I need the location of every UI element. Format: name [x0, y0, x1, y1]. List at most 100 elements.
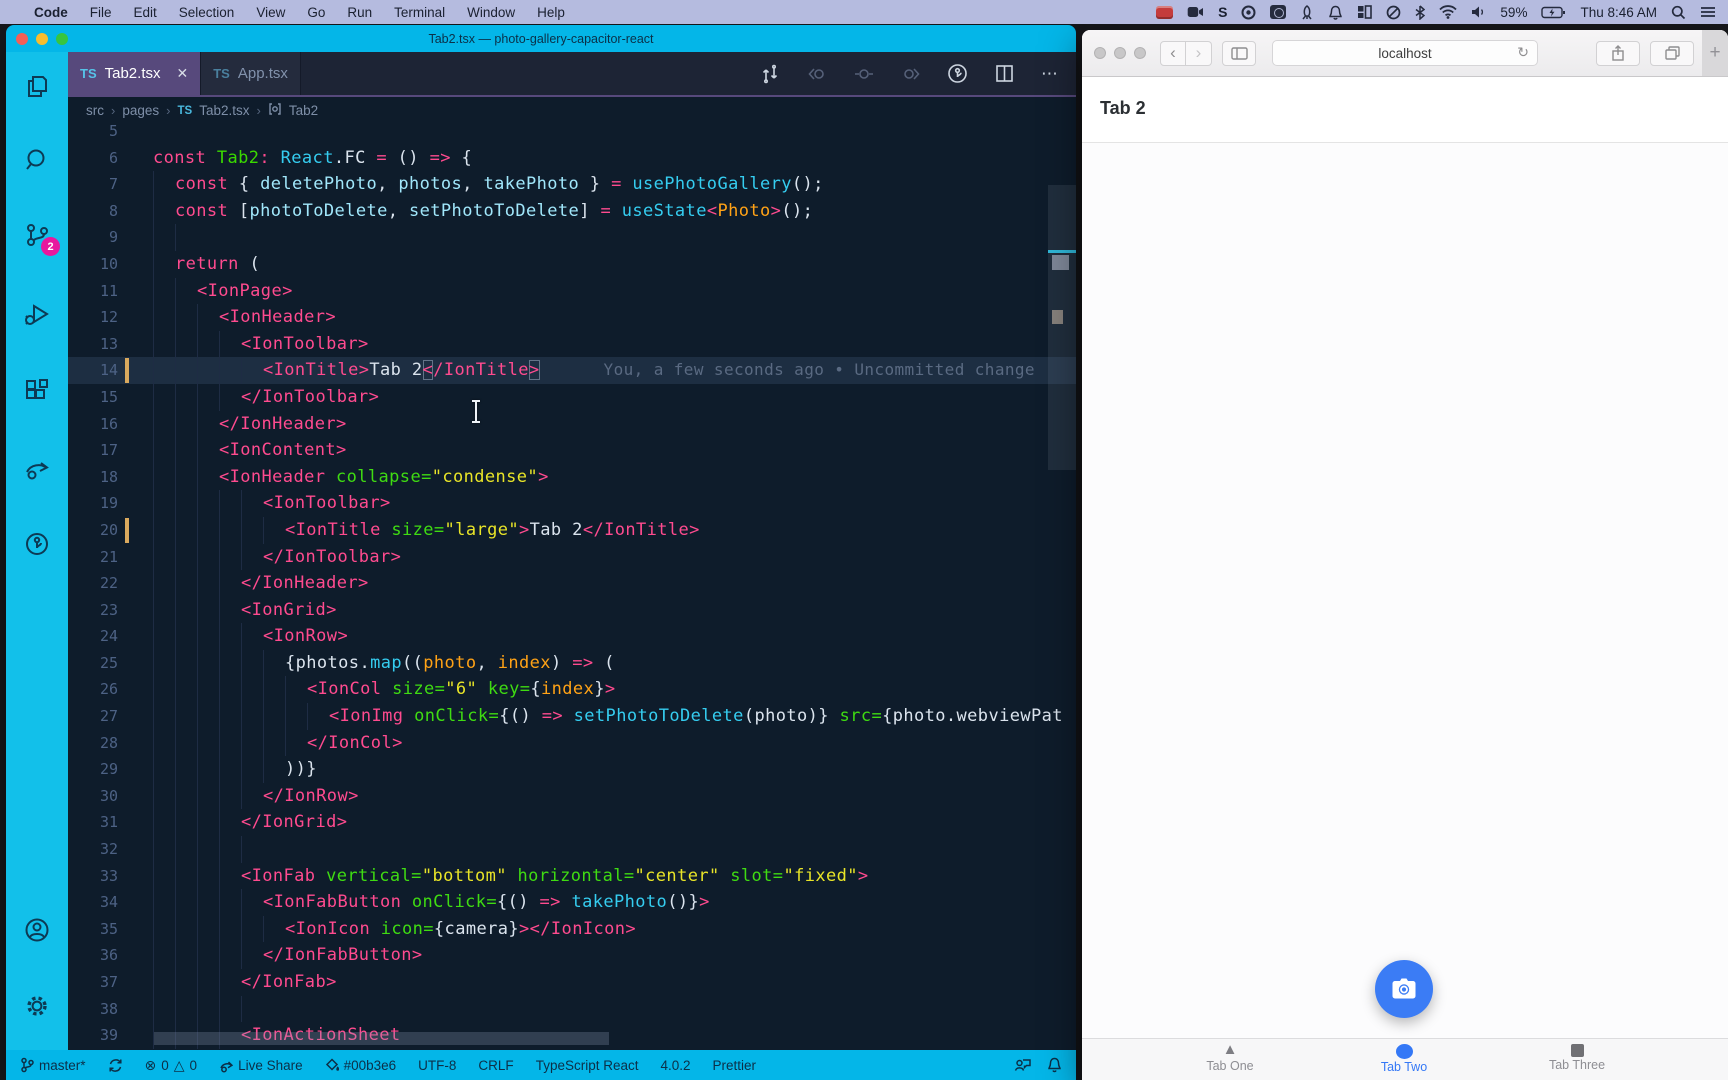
wifi-icon[interactable] [1439, 3, 1458, 21]
camera-fab-button[interactable] [1375, 960, 1433, 1018]
horizontal-scrollbar[interactable] [154, 1032, 609, 1045]
code-line-38[interactable]: 38 [68, 996, 1076, 1023]
code-line-7[interactable]: 7 const { deletePhoto, photos, takePhoto … [68, 171, 1076, 198]
code-line-24[interactable]: 24 <IonRow> [68, 623, 1076, 650]
code-line-30[interactable]: 30 </IonRow> [68, 783, 1076, 810]
extensions-icon[interactable] [21, 375, 53, 407]
back-button[interactable]: ‹ [1160, 40, 1186, 66]
breadcrumb-symbol[interactable]: Tab2 [289, 103, 318, 118]
encoding-indicator[interactable]: UTF-8 [418, 1058, 456, 1073]
live-share-button[interactable]: Live Share [219, 1058, 303, 1073]
code-line-35[interactable]: 35 <IonIcon icon={camera}></IonIcon> [68, 916, 1076, 943]
close-window-button[interactable] [16, 32, 28, 45]
code-line-22[interactable]: 22 </IonHeader> [68, 570, 1076, 597]
code-line-20[interactable]: 20 <IonTitle size="large">Tab 2</IonTitle… [68, 517, 1076, 544]
code-line-25[interactable]: 25 {photos.map((photo, index) => ( [68, 650, 1076, 677]
bluetooth-icon[interactable] [1415, 3, 1426, 21]
menu-terminal[interactable]: Terminal [394, 5, 445, 20]
run-debug-icon[interactable] [21, 298, 53, 330]
zoom-window-button[interactable] [56, 32, 68, 45]
tab-three-button[interactable]: Tab Three [1517, 1042, 1637, 1072]
code-line-5[interactable]: 5 [68, 124, 1076, 145]
eol-indicator[interactable]: CRLF [478, 1058, 513, 1073]
split-editor-icon[interactable] [994, 63, 1015, 84]
breadcrumb-file[interactable]: Tab2.tsx [199, 103, 249, 118]
menu-window[interactable]: Window [467, 5, 515, 20]
open-changes-icon[interactable] [759, 63, 780, 84]
code-line-28[interactable]: 28 </IonCol> [68, 730, 1076, 757]
forward-button[interactable]: › [1186, 40, 1212, 66]
code-line-11[interactable]: 11 <IonPage> [68, 278, 1076, 305]
code-line-9[interactable]: 9 [68, 224, 1076, 251]
more-actions-icon[interactable]: ⋯ [1041, 64, 1060, 84]
breadcrumb-src[interactable]: src [86, 103, 104, 118]
code-line-21[interactable]: 21 </IonToolbar> [68, 544, 1076, 571]
zoom-window-button[interactable] [1134, 47, 1146, 59]
reload-icon[interactable]: ↻ [1517, 44, 1529, 61]
close-window-button[interactable] [1094, 47, 1106, 59]
menu-edit[interactable]: Edit [134, 5, 157, 20]
code-editor[interactable]: 5 6 const Tab2: React.FC = () => {7 const {… [68, 124, 1076, 1050]
code-line-33[interactable]: 33 <IonFab vertical="bottom" horizontal="… [68, 863, 1076, 890]
tab-overview-icon[interactable] [1650, 40, 1694, 66]
tab-one-button[interactable]: ▲ Tab One [1170, 1042, 1290, 1074]
code-line-19[interactable]: 19 <IonToolbar> [68, 490, 1076, 517]
video-camera-icon[interactable] [1187, 3, 1204, 21]
code-line-32[interactable]: 32 [68, 836, 1076, 863]
language-mode-indicator[interactable]: TypeScript React [536, 1058, 639, 1073]
menu-clock[interactable]: Thu 8:46 AM [1580, 5, 1657, 20]
record-icon[interactable] [1241, 3, 1256, 21]
tab-two-button[interactable]: Tab Two [1344, 1042, 1464, 1074]
camera-square-icon[interactable] [1270, 3, 1287, 21]
code-line-6[interactable]: 6 const Tab2: React.FC = () => { [68, 145, 1076, 172]
code-line-26[interactable]: 26 <IonCol size="6" key={index}> [68, 676, 1076, 703]
bell-icon[interactable] [1328, 3, 1343, 21]
problems-indicator[interactable]: ⊗ 0 △ 0 [145, 1057, 198, 1074]
code-line-16[interactable]: 16 </IonHeader> [68, 411, 1076, 438]
gitlens-compare-icon[interactable] [947, 63, 968, 84]
code-line-27[interactable]: 27 <IonImg onClick={() => setPhotoToDelet… [68, 703, 1076, 730]
address-bar[interactable]: localhost ↻ [1272, 40, 1538, 66]
rocket-icon[interactable] [1300, 3, 1314, 21]
search-icon[interactable] [21, 144, 53, 176]
code-line-13[interactable]: 13 <IonToolbar> [68, 331, 1076, 358]
menu-selection[interactable]: Selection [179, 5, 235, 20]
settings-gear-icon[interactable] [21, 990, 53, 1022]
code-line-23[interactable]: 23 <IonGrid> [68, 597, 1076, 624]
minimize-window-button[interactable] [1114, 47, 1126, 59]
tab-tab2-tsx[interactable]: TS Tab2.tsx ✕ [68, 52, 202, 95]
notifications-bell-icon[interactable] [1047, 1057, 1062, 1073]
code-line-36[interactable]: 36 </IonFabButton> [68, 942, 1076, 969]
source-control-icon[interactable]: 2 [21, 219, 60, 256]
nav-back-icon[interactable] [806, 63, 827, 84]
share-icon[interactable] [1596, 40, 1640, 66]
gitlens-icon[interactable] [21, 528, 53, 560]
code-line-17[interactable]: 17 <IonContent> [68, 437, 1076, 464]
breadcrumb-pages[interactable]: pages [122, 103, 159, 118]
layout-icon[interactable] [1357, 3, 1373, 21]
code-line-31[interactable]: 31 </IonGrid> [68, 809, 1076, 836]
code-line-18[interactable]: 18 <IonHeader collapse="condense"> [68, 464, 1076, 491]
tab-app-tsx[interactable]: TS App.tsx [201, 52, 301, 95]
formatter-indicator[interactable]: Prettier [713, 1058, 757, 1073]
vertical-scrollbar[interactable] [1048, 185, 1076, 470]
live-share-icon[interactable] [21, 452, 53, 484]
account-icon[interactable] [21, 914, 53, 946]
tab-close-icon[interactable]: ✕ [177, 65, 189, 82]
volume-icon[interactable] [1471, 3, 1486, 21]
new-tab-button[interactable]: + [1702, 30, 1728, 76]
film-icon[interactable] [1156, 3, 1174, 21]
code-line-34[interactable]: 34 <IonFabButton onClick={() => takePhoto… [68, 889, 1076, 916]
menu-file[interactable]: File [90, 5, 112, 20]
ts-version-indicator[interactable]: 4.0.2 [660, 1058, 690, 1073]
code-line-37[interactable]: 37 </IonFab> [68, 969, 1076, 996]
code-line-14[interactable]: 14 <IonTitle>Tab 2</IonTitle> You, a few s… [68, 357, 1076, 384]
slash-circle-icon[interactable] [1386, 3, 1401, 21]
s-app-icon[interactable]: S [1218, 3, 1227, 21]
code-line-10[interactable]: 10 return ( [68, 251, 1076, 278]
code-line-15[interactable]: 15 </IonToolbar> [68, 384, 1076, 411]
git-branch-indicator[interactable]: master* [20, 1057, 86, 1073]
sync-icon[interactable] [108, 1058, 123, 1073]
menu-go[interactable]: Go [307, 5, 325, 20]
explorer-icon[interactable] [21, 70, 53, 102]
